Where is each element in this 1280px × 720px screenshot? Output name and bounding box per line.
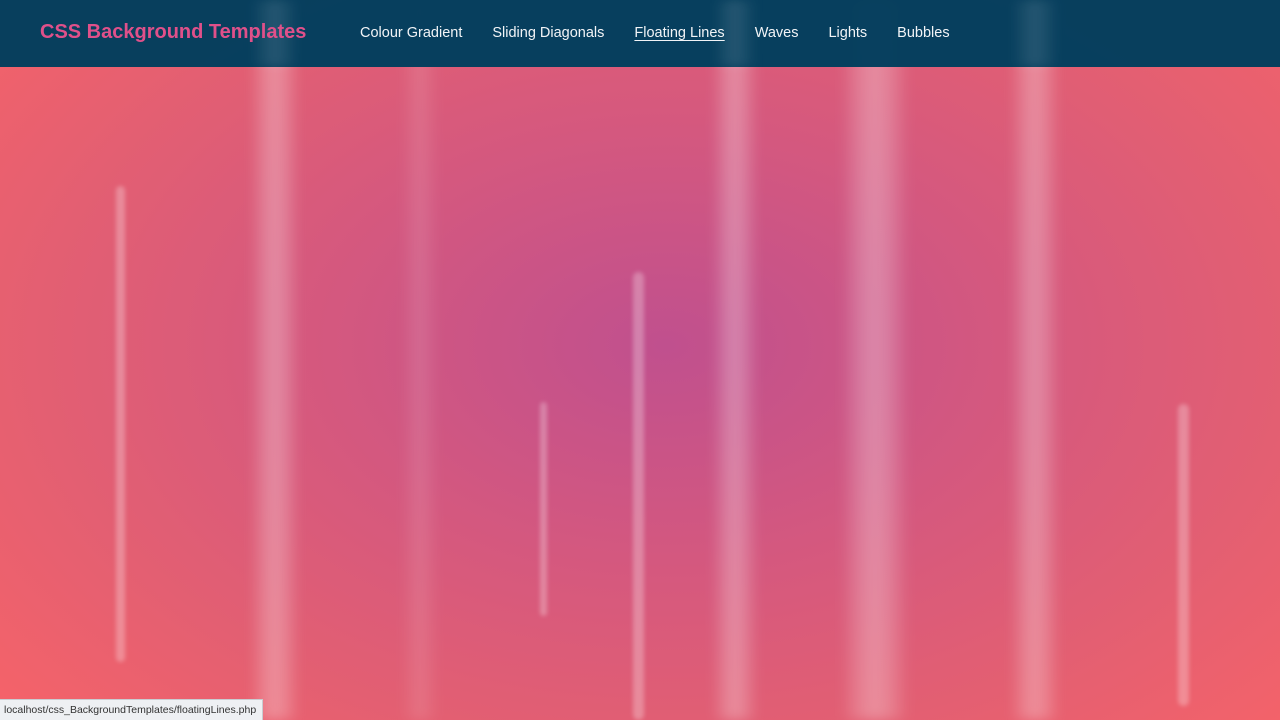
nav-link-floating-lines[interactable]: Floating Lines — [634, 25, 724, 42]
main-nav: Colour Gradient Sliding Diagonals Floati… — [360, 25, 950, 42]
nav-link-sliding-diagonals[interactable]: Sliding Diagonals — [492, 25, 604, 42]
floating-line — [250, 0, 300, 720]
floating-line — [1010, 0, 1060, 720]
floating-line — [540, 402, 547, 616]
top-navbar: CSS Background Templates Colour Gradient… — [0, 0, 1280, 67]
nav-link-bubbles[interactable]: Bubbles — [897, 25, 949, 42]
floating-lines-background: CSS Background Templates Colour Gradient… — [0, 0, 1280, 720]
floating-line — [840, 0, 910, 720]
link-status-bar: localhost/css_BackgroundTemplates/floati… — [0, 699, 264, 720]
floating-line — [400, 0, 440, 720]
floating-line — [633, 272, 644, 720]
floating-line — [1178, 404, 1189, 706]
nav-link-waves[interactable]: Waves — [755, 25, 799, 42]
floating-line — [712, 0, 758, 720]
floating-line — [116, 186, 125, 662]
brand-title-link[interactable]: CSS Background Templates — [40, 21, 306, 44]
nav-link-lights[interactable]: Lights — [828, 25, 867, 42]
nav-link-colour-gradient[interactable]: Colour Gradient — [360, 25, 462, 42]
